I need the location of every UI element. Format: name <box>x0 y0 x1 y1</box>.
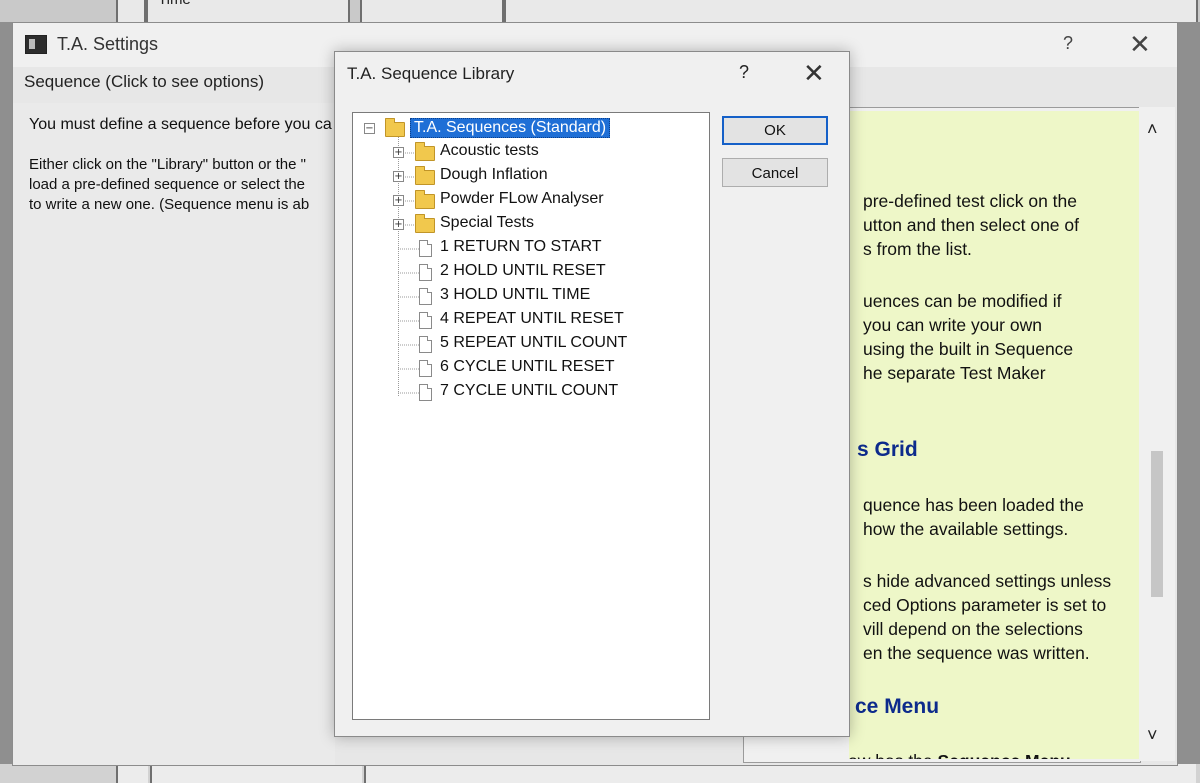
document-icon <box>419 288 432 305</box>
help-text: uences can be modified if <box>863 291 1062 311</box>
sequence-item-label[interactable]: 2 HOLD UNTIL RESET <box>440 262 606 280</box>
help-text: quence has been loaded the <box>863 495 1084 515</box>
instruction-line: to write a new one. (Sequence menu is ab <box>29 196 310 213</box>
background-panel: Time <box>146 0 350 22</box>
help-text: how the available settings. <box>863 519 1069 539</box>
background-panel <box>364 764 1196 783</box>
folder-label[interactable]: Powder FLow Analyser <box>440 190 604 208</box>
tree-root[interactable]: − T.A. Sequences (Standard) <box>353 117 703 139</box>
sequence-item-label[interactable]: 5 REPEAT UNTIL COUNT <box>440 334 627 352</box>
window-title: T.A. Settings <box>57 34 159 54</box>
tree-folder[interactable]: + Dough Inflation <box>353 165 653 187</box>
tree-root-label[interactable]: T.A. Sequences (Standard) <box>410 118 611 138</box>
sequence-item[interactable]: 1 RETURN TO START <box>353 237 653 259</box>
dialog-close-icon[interactable]: ✕ <box>803 58 825 89</box>
close-icon[interactable]: ✕ <box>1129 29 1151 60</box>
sequence-item-label[interactable]: 6 CYCLE UNTIL RESET <box>440 358 615 376</box>
folder-icon <box>415 214 435 233</box>
folder-open-icon <box>385 118 405 137</box>
help-text: he separate Test Maker <box>863 363 1046 383</box>
tree-folder[interactable]: + Acoustic tests <box>353 141 653 163</box>
expand-icon[interactable]: + <box>393 171 404 182</box>
folder-icon <box>415 166 435 185</box>
sequence-item[interactable]: 7 CYCLE UNTIL COUNT <box>353 381 653 403</box>
folder-label[interactable]: Special Tests <box>440 214 534 232</box>
sequence-item[interactable]: 6 CYCLE UNTIL RESET <box>353 357 653 379</box>
instruction-paragraph: Either click on the "Library" button or … <box>29 155 339 215</box>
background-window-strip: Time <box>0 0 1200 22</box>
help-heading: ce Menu <box>855 695 940 718</box>
sequence-tree[interactable]: − T.A. Sequences (Standard) + Acoustic t… <box>352 112 710 720</box>
sequence-item[interactable]: 5 REPEAT UNTIL COUNT <box>353 333 653 355</box>
help-button[interactable]: ? <box>1063 33 1073 54</box>
dialog-help-button[interactable]: ? <box>739 62 749 83</box>
folder-label[interactable]: Dough Inflation <box>440 166 548 184</box>
instruction-line: Either click on the "Library" button or … <box>29 156 306 173</box>
background-panel <box>116 764 148 783</box>
chevron-up-icon[interactable]: ˄ <box>1147 119 1158 140</box>
document-icon <box>419 312 432 329</box>
dialog-title: T.A. Sequence Library <box>347 64 515 83</box>
help-text: s hide advanced settings unless <box>863 571 1112 591</box>
background-panel <box>360 0 504 22</box>
help-scrollbar[interactable]: ˄ ˅ <box>1139 107 1175 761</box>
help-text: pre-defined test click on the <box>863 191 1078 211</box>
help-text: ced Options parameter is set to <box>863 595 1107 615</box>
sequence-item-label[interactable]: 7 CYCLE UNTIL COUNT <box>440 382 618 400</box>
help-text: utton and then select one of <box>863 215 1079 235</box>
sequence-item-label[interactable]: 3 HOLD UNTIL TIME <box>440 286 590 304</box>
help-heading: s Grid <box>857 438 918 461</box>
sequence-item-label[interactable]: 1 RETURN TO START <box>440 238 602 256</box>
ok-button[interactable]: OK <box>722 116 828 145</box>
background-panel <box>504 0 1198 22</box>
document-icon <box>419 384 432 401</box>
instruction-text: You must define a sequence before you ca <box>29 116 332 133</box>
collapse-icon[interactable]: − <box>364 123 375 134</box>
expand-icon[interactable]: + <box>393 147 404 158</box>
help-pane: pre-defined test click on the utton and … <box>849 111 1149 759</box>
folder-icon <box>415 190 435 209</box>
help-text: vill depend on the selections <box>863 619 1083 639</box>
document-icon <box>419 240 432 257</box>
sequence-item[interactable]: 4 REPEAT UNTIL RESET <box>353 309 653 331</box>
document-icon <box>419 360 432 377</box>
document-icon <box>419 336 432 353</box>
help-text: using the built in Sequence <box>863 339 1074 359</box>
tree-folder[interactable]: + Powder FLow Analyser <box>353 189 653 211</box>
sequence-library-dialog: T.A. Sequence Library ? ✕ − T.A. Sequenc… <box>334 51 850 737</box>
help-text-bold: Sequence Menu <box>938 751 1071 759</box>
background-window-strip-bottom <box>0 764 1200 783</box>
folder-label[interactable]: Acoustic tests <box>440 142 539 160</box>
background-panel <box>116 0 146 22</box>
sequence-item[interactable]: 3 HOLD UNTIL TIME <box>353 285 653 307</box>
app-icon <box>25 35 47 54</box>
help-text: The window has the Sequence Menu <box>849 749 1071 759</box>
expand-icon[interactable]: + <box>393 219 404 230</box>
scrollbar-thumb[interactable] <box>1151 451 1163 597</box>
sequence-menu-label[interactable]: Sequence (Click to see options) <box>24 72 264 92</box>
help-text-plain: The window has the <box>849 751 938 759</box>
tree-folder[interactable]: + Special Tests <box>353 213 653 235</box>
chevron-down-icon[interactable]: ˅ <box>1147 725 1158 746</box>
help-text: you can write your own <box>863 315 1042 335</box>
sequence-item[interactable]: 2 HOLD UNTIL RESET <box>353 261 653 283</box>
help-text: s from the list. <box>863 239 972 259</box>
cancel-button[interactable]: Cancel <box>722 158 828 187</box>
instruction-line: load a pre-defined sequence or select th… <box>29 176 306 193</box>
help-text: en the sequence was written. <box>863 643 1090 663</box>
background-panel <box>150 764 362 783</box>
document-icon <box>419 264 432 281</box>
folder-icon <box>415 142 435 161</box>
sequence-item-label[interactable]: 4 REPEAT UNTIL RESET <box>440 310 624 328</box>
expand-icon[interactable]: + <box>393 195 404 206</box>
background-time-label: Time <box>158 0 191 8</box>
